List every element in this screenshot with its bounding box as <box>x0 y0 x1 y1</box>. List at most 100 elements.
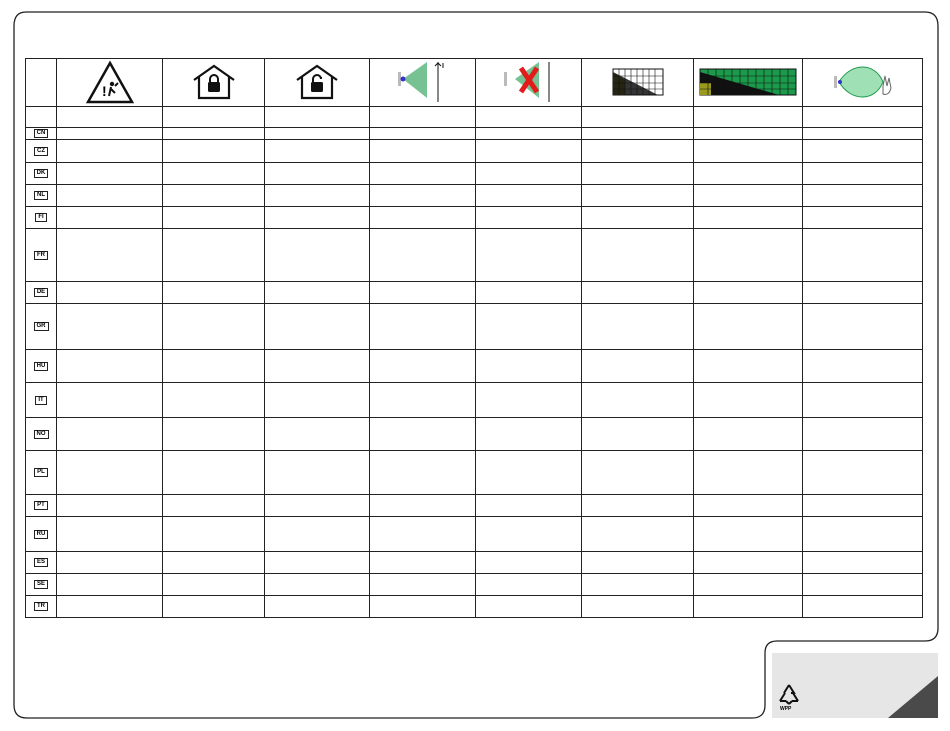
table-cell <box>162 516 265 552</box>
table-cell <box>693 382 803 418</box>
table-cell <box>475 228 582 282</box>
table-cell <box>369 127 476 140</box>
recycle-label: WPP <box>780 706 792 712</box>
country-code: HU <box>33 361 49 371</box>
table-cell <box>25 106 57 128</box>
table-row: TR <box>25 595 923 618</box>
table-cell <box>693 228 803 282</box>
table-cell <box>264 349 370 383</box>
small-slope-chart-icon <box>581 58 694 107</box>
table-cell: FI <box>25 206 57 229</box>
table-cell: ES <box>25 551 57 574</box>
country-code: GR <box>33 322 49 331</box>
table-cell <box>802 127 923 140</box>
table-cell <box>162 417 265 451</box>
table-cell <box>264 106 370 128</box>
table-cell <box>802 303 923 350</box>
table-cell: CZ <box>25 139 57 163</box>
table-cell <box>693 450 803 495</box>
table-cell <box>475 573 582 596</box>
table-cell <box>802 206 923 229</box>
table-cell <box>56 162 163 185</box>
table-row: DE <box>25 281 923 304</box>
table-cell <box>162 228 265 282</box>
table-cell <box>475 206 582 229</box>
table-cell <box>802 595 923 618</box>
table-cell <box>475 349 582 383</box>
table-cell <box>56 551 163 574</box>
country-code: SE <box>33 580 48 589</box>
table-row: FR <box>25 228 923 282</box>
table-cell: PT <box>25 494 57 517</box>
unlocked-house-icon <box>264 58 370 107</box>
table-row: RU <box>25 516 923 552</box>
table-cell <box>802 417 923 451</box>
table-cell <box>693 281 803 304</box>
table-cell <box>162 450 265 495</box>
table-cell <box>802 494 923 517</box>
country-code: TR <box>34 602 48 611</box>
table-cell <box>802 106 923 128</box>
country-code: FR <box>34 250 48 260</box>
sensor-detection-zone-icon <box>369 58 476 107</box>
table-cell <box>56 281 163 304</box>
table-cell: PL <box>25 450 57 495</box>
table-cell <box>581 206 694 229</box>
table-cell <box>693 349 803 383</box>
table-cell <box>264 127 370 140</box>
table-cell <box>56 139 163 163</box>
table-cell <box>475 417 582 451</box>
table-cell <box>802 349 923 383</box>
table-cell: HU <box>25 349 57 383</box>
table-cell <box>56 127 163 140</box>
table-cell <box>264 516 370 552</box>
table-cell <box>56 228 163 282</box>
table-cell <box>162 573 265 596</box>
table-cell <box>264 382 370 418</box>
table-cell <box>369 595 476 618</box>
table-cell: DE <box>25 281 57 304</box>
table-cell <box>693 516 803 552</box>
table-cell <box>56 382 163 418</box>
table-cell <box>264 595 370 618</box>
table-row: DK <box>25 162 923 185</box>
country-code: CN <box>33 129 49 138</box>
table-cell <box>475 184 582 207</box>
table-cell <box>581 162 694 185</box>
table-cell <box>802 551 923 574</box>
table-cell <box>802 516 923 552</box>
table-cell <box>264 139 370 163</box>
table-cell <box>581 349 694 383</box>
svg-text:!: ! <box>102 83 107 99</box>
blank-row <box>25 106 923 128</box>
table-cell <box>369 184 476 207</box>
table-cell <box>581 450 694 495</box>
table-cell <box>475 162 582 185</box>
table-cell <box>264 573 370 596</box>
table-cell: NO <box>25 417 57 451</box>
table-cell: DK <box>25 162 57 185</box>
table-cell <box>475 595 582 618</box>
table-cell <box>162 382 265 418</box>
table-row: SE <box>25 573 923 596</box>
table-row: CN <box>25 127 923 140</box>
table-cell <box>581 281 694 304</box>
table-cell <box>264 184 370 207</box>
table-cell <box>162 551 265 574</box>
table-cell <box>162 494 265 517</box>
country-code: CZ <box>34 146 48 156</box>
country-code: ES <box>33 558 48 567</box>
table-cell <box>581 228 694 282</box>
table-cell <box>693 184 803 207</box>
table-cell <box>581 551 694 574</box>
table-cell <box>475 516 582 552</box>
table-cell <box>581 494 694 517</box>
table-cell <box>264 450 370 495</box>
table-cell <box>581 573 694 596</box>
table-cell <box>581 382 694 418</box>
sensor-blocked-zone-icon <box>475 58 582 107</box>
table-cell <box>693 303 803 350</box>
table-cell <box>56 450 163 495</box>
table-cell <box>581 139 694 163</box>
table-cell <box>162 303 265 350</box>
